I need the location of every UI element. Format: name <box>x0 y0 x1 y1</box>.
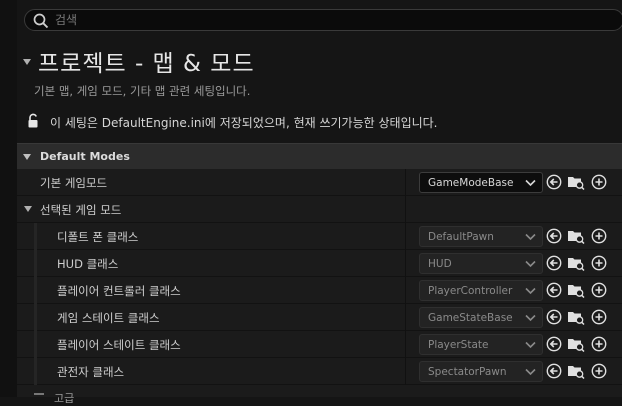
unlock-icon <box>28 113 38 128</box>
browse-folder-icon[interactable] <box>567 363 585 379</box>
category-collapse-arrow-icon[interactable] <box>23 154 31 160</box>
combo-value: HUD <box>428 258 452 270</box>
property-label: 기본 게임모드 <box>40 176 108 190</box>
column-divider[interactable] <box>405 331 406 358</box>
chevron-down-icon <box>525 368 536 376</box>
add-circle-icon[interactable] <box>591 363 607 379</box>
combo-value: GameModeBase <box>428 177 514 189</box>
browse-folder-icon[interactable] <box>567 336 585 352</box>
group-label: 선택된 게임 모드 <box>40 203 122 217</box>
outer-left-strip <box>0 0 17 397</box>
indent-guide <box>34 250 37 277</box>
chevron-down-icon <box>525 287 536 295</box>
indent-guide <box>34 223 37 250</box>
property-row-spectator: 관전자 클래스 SpectatorPawn <box>17 358 622 385</box>
browse-folder-icon[interactable] <box>567 228 585 244</box>
section-title: 프로젝트 - 맵 & 모드 <box>38 51 255 77</box>
add-circle-icon[interactable] <box>591 336 607 352</box>
combo-value: GameStateBase <box>428 312 513 324</box>
add-circle-icon[interactable] <box>591 228 607 244</box>
player-state-combo[interactable]: PlayerState <box>419 334 543 355</box>
category-default-modes[interactable]: Default Modes <box>17 143 622 169</box>
indent-guide <box>34 331 37 358</box>
column-divider[interactable] <box>405 277 406 304</box>
indent-guide <box>34 304 37 331</box>
browse-folder-icon[interactable] <box>567 282 585 298</box>
chevron-down-icon <box>525 233 536 241</box>
add-circle-icon[interactable] <box>591 255 607 271</box>
chevron-down-icon <box>525 314 536 322</box>
property-label: 게임 스테이트 클래스 <box>57 311 160 325</box>
column-divider[interactable] <box>405 250 406 277</box>
hud-combo[interactable]: HUD <box>419 253 543 274</box>
spectator-combo[interactable]: SpectatorPawn <box>419 361 543 382</box>
add-circle-icon[interactable] <box>591 282 607 298</box>
column-divider[interactable] <box>405 304 406 331</box>
column-divider[interactable] <box>405 358 406 385</box>
add-circle-icon[interactable] <box>591 174 607 190</box>
property-label: HUD 클래스 <box>57 257 119 271</box>
indent-guide <box>34 358 37 385</box>
chevron-down-icon <box>525 260 536 268</box>
property-row-advanced-partial[interactable]: 고급 <box>17 385 622 405</box>
default-pawn-combo[interactable]: DefaultPawn <box>419 226 543 247</box>
property-label: 디폴트 폰 클래스 <box>57 230 139 244</box>
use-selected-arrow-icon[interactable] <box>546 228 562 244</box>
game-state-combo[interactable]: GameStateBase <box>419 307 543 328</box>
column-divider[interactable] <box>405 196 406 223</box>
property-row-default-game-mode: 기본 게임모드 GameModeBase <box>17 169 622 196</box>
use-selected-arrow-icon[interactable] <box>546 282 562 298</box>
property-label: 플레이어 컨트롤러 클래스 <box>57 284 181 298</box>
combo-value: DefaultPawn <box>428 231 494 243</box>
browse-folder-icon[interactable] <box>567 309 585 325</box>
property-row-hud: HUD 클래스 HUD <box>17 250 622 277</box>
group-label: 고급 <box>54 392 75 405</box>
property-row-default-pawn: 디폴트 폰 클래스 DefaultPawn <box>17 223 622 250</box>
property-row-player-controller: 플레이어 컨트롤러 클래스 PlayerController <box>17 277 622 304</box>
use-selected-arrow-icon[interactable] <box>546 336 562 352</box>
indent-guide <box>34 277 37 304</box>
section-description: 기본 맵, 게임 모드, 기타 맵 관련 세팅입니다. <box>34 84 251 98</box>
group-collapse-arrow-icon[interactable] <box>24 206 32 212</box>
combo-value: PlayerState <box>428 339 489 351</box>
property-row-selected-game-mode[interactable]: 선택된 게임 모드 <box>17 196 622 223</box>
column-divider[interactable] <box>405 169 406 196</box>
section-collapse-arrow-icon[interactable] <box>23 59 31 65</box>
search-input[interactable] <box>55 10 595 30</box>
use-selected-arrow-icon[interactable] <box>546 363 562 379</box>
column-divider[interactable] <box>405 223 406 250</box>
game-mode-combo[interactable]: GameModeBase <box>419 172 543 193</box>
chevron-down-icon <box>525 179 536 187</box>
property-label: 관전자 클래스 <box>57 365 125 379</box>
settings-panel: 프로젝트 - 맵 & 모드 기본 맵, 게임 모드, 기타 맵 관련 세팅입니다… <box>17 0 622 405</box>
use-selected-arrow-icon[interactable] <box>546 309 562 325</box>
combo-value: PlayerController <box>428 285 513 297</box>
use-selected-arrow-icon[interactable] <box>546 174 562 190</box>
group-collapse-arrow-icon[interactable] <box>34 393 44 395</box>
browse-folder-icon[interactable] <box>567 174 585 190</box>
use-selected-arrow-icon[interactable] <box>546 255 562 271</box>
property-row-player-state: 플레이어 스테이트 클래스 PlayerState <box>17 331 622 358</box>
config-status-message: 이 세팅은 DefaultEngine.ini에 저장되었으며, 현재 쓰기가능… <box>50 116 438 130</box>
property-label: 플레이어 스테이트 클래스 <box>57 338 181 352</box>
search-icon <box>33 13 49 29</box>
chevron-down-icon <box>525 341 536 349</box>
player-controller-combo[interactable]: PlayerController <box>419 280 543 301</box>
combo-value: SpectatorPawn <box>428 366 507 378</box>
search-box[interactable] <box>24 9 622 31</box>
add-circle-icon[interactable] <box>591 309 607 325</box>
browse-folder-icon[interactable] <box>567 255 585 271</box>
property-row-game-state: 게임 스테이트 클래스 GameStateBase <box>17 304 622 331</box>
category-label: Default Modes <box>40 150 130 163</box>
